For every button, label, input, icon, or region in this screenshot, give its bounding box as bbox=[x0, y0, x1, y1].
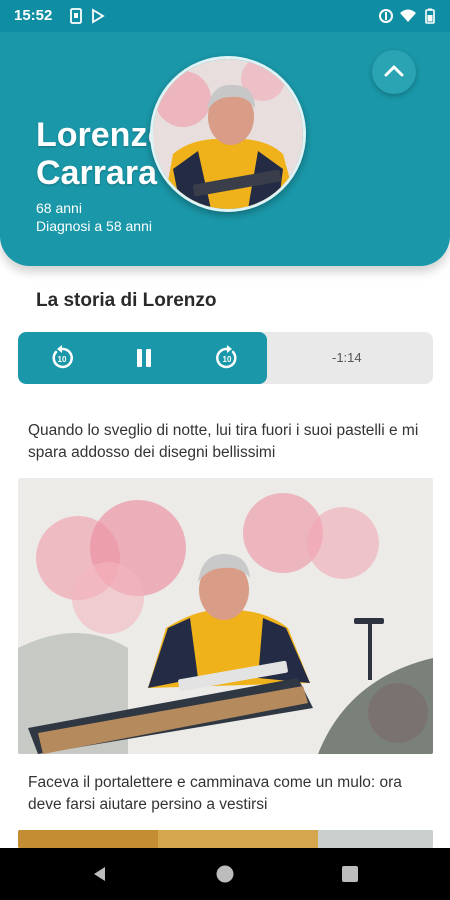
caption-1: Quando lo sveglio di notte, lui tira fuo… bbox=[28, 422, 419, 461]
profile-name: Lorenzo Carrara bbox=[36, 116, 168, 192]
chevron-up-icon bbox=[384, 65, 404, 77]
svg-text:10: 10 bbox=[58, 355, 67, 364]
pause-icon[interactable] bbox=[130, 344, 158, 372]
story-photo bbox=[18, 478, 433, 754]
time-remaining: -1:14 bbox=[332, 350, 362, 365]
play-store-icon bbox=[92, 8, 105, 24]
story-title: La storia di Lorenzo bbox=[36, 290, 217, 311]
status-time: 15:52 bbox=[14, 7, 53, 24]
status-bar: 15:52 bbox=[0, 0, 450, 32]
battery-icon bbox=[425, 8, 435, 24]
story-photo-2 bbox=[18, 830, 433, 848]
avatar bbox=[150, 56, 306, 212]
svg-text:10: 10 bbox=[223, 355, 232, 364]
recents-icon[interactable] bbox=[341, 865, 359, 883]
audio-player[interactable]: 10 10 -1:14 bbox=[18, 332, 433, 384]
profile-header: Lorenzo Carrara 68 anni Diagnosi a 58 an… bbox=[0, 32, 450, 266]
data-saver-icon bbox=[379, 9, 393, 23]
sim-card-icon bbox=[70, 8, 82, 24]
profile-diagnosis: Diagnosi a 58 anni bbox=[36, 218, 152, 234]
profile-first-name: Lorenzo bbox=[36, 116, 169, 154]
navigation-bar bbox=[0, 848, 450, 900]
caption-2: Faceva il portalettere e camminava come … bbox=[28, 774, 402, 813]
forward-10-icon[interactable]: 10 bbox=[213, 344, 241, 372]
rewind-10-icon[interactable]: 10 bbox=[48, 344, 76, 372]
wifi-icon bbox=[400, 9, 416, 22]
home-icon[interactable] bbox=[215, 864, 235, 884]
profile-last-name: Carrara bbox=[36, 154, 157, 192]
profile-age: 68 anni bbox=[36, 200, 82, 216]
collapse-button[interactable] bbox=[372, 50, 416, 94]
back-icon[interactable] bbox=[90, 864, 110, 884]
